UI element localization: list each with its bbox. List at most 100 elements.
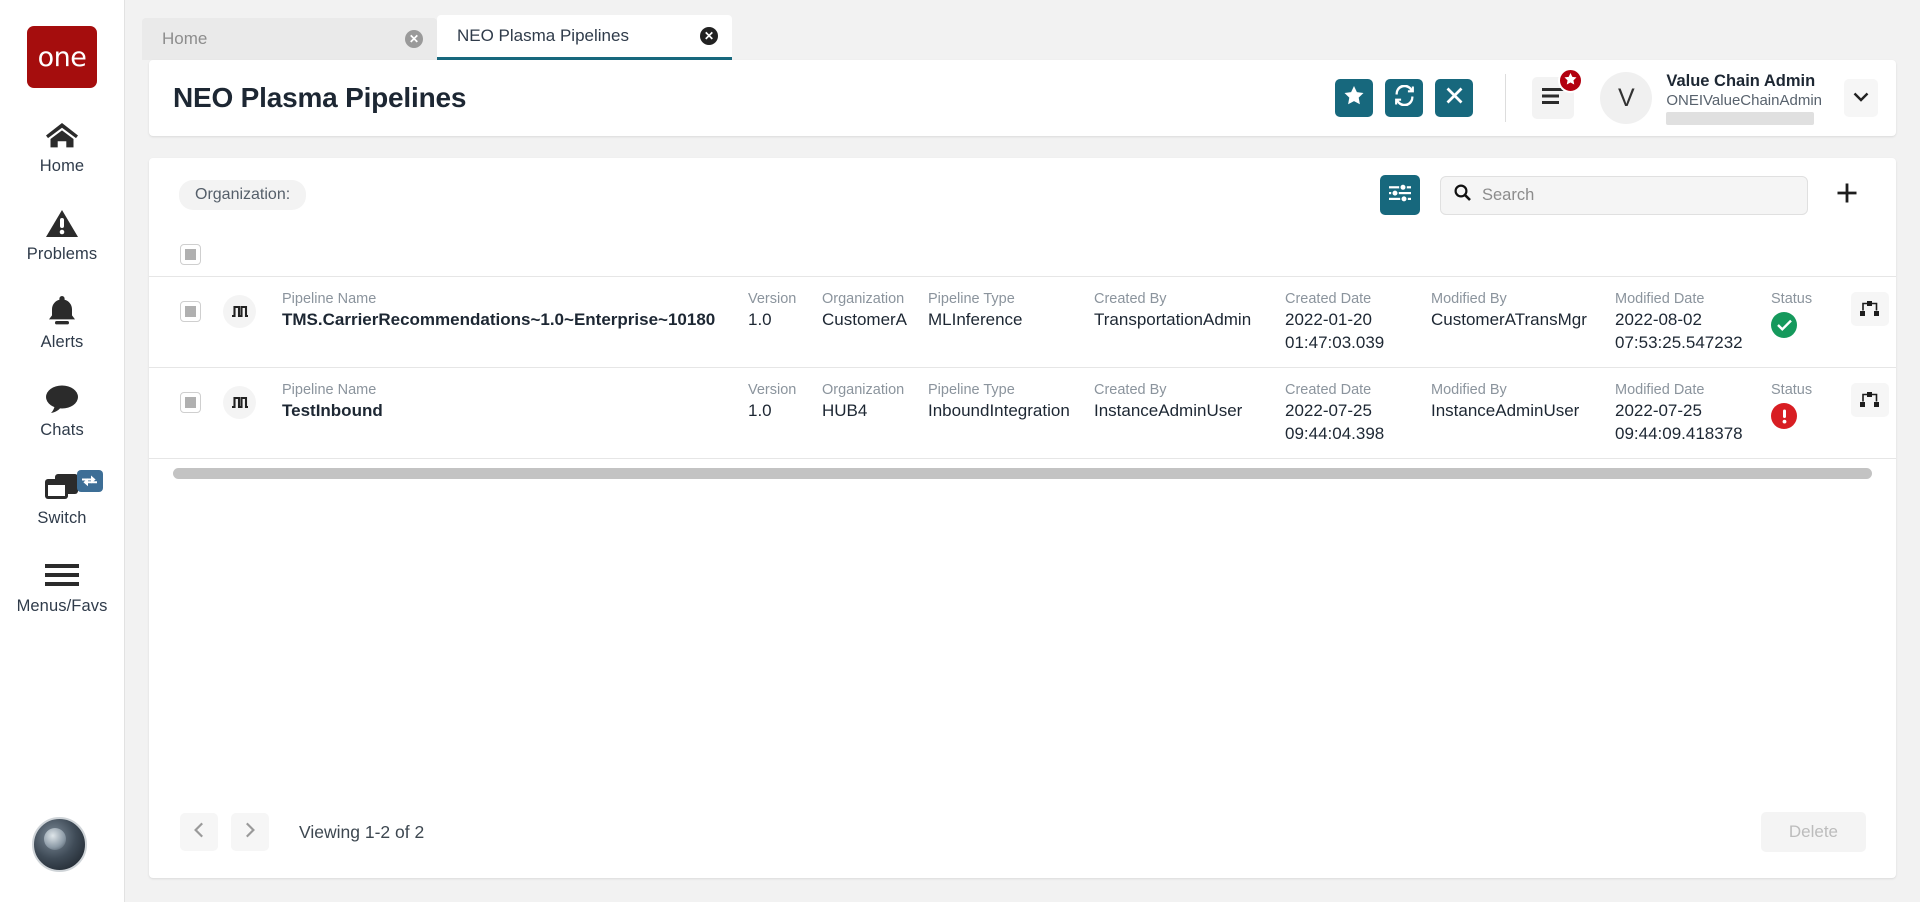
value-created-time: 09:44:04.398: [1285, 424, 1385, 443]
column-header-version: Version: [748, 382, 797, 398]
cell-created-by: Created By TransportationAdmin: [1094, 290, 1259, 331]
switch-arrows-icon[interactable]: [76, 470, 103, 492]
value-modified-date: 2022-07-25: [1615, 401, 1702, 420]
star-icon: [1344, 86, 1364, 110]
cell-modified-date: Modified Date 2022-07-25 09:44:09.418378: [1615, 381, 1745, 445]
status-badge-error: [1771, 403, 1797, 429]
search-box[interactable]: [1440, 175, 1808, 215]
table-row[interactable]: Pipeline Name TestInbound Version 1.0 Or…: [149, 368, 1896, 459]
horizontal-scrollbar-thumb[interactable]: [173, 468, 1872, 479]
user-info: Value Chain Admin ONEIValueChainAdmin: [1666, 72, 1822, 125]
search-icon: [1454, 184, 1471, 206]
cell-status: Status: [1771, 290, 1827, 338]
content-area: Home ✕ NEO Plasma Pipelines ✕ NEO Plasma…: [125, 0, 1920, 902]
organization-filter-chip[interactable]: Organization:: [179, 180, 307, 210]
cell-modified-by: Modified By CustomerATransMgr: [1431, 290, 1589, 331]
close-icon[interactable]: ✕: [405, 30, 423, 48]
value-modified-by: InstanceAdminUser: [1431, 401, 1580, 420]
left-sidebar: one Home Problems Alerts Chats Switch Me…: [0, 0, 125, 902]
value-version: 1.0: [748, 310, 772, 329]
value-created-date: 2022-01-20: [1285, 310, 1372, 329]
header-divider: [1505, 74, 1507, 122]
sidebar-item-problems-label: Problems: [26, 245, 98, 263]
cell-modified-by: Modified By InstanceAdminUser: [1431, 381, 1589, 422]
add-pipeline-button[interactable]: [1828, 176, 1866, 214]
value-organization: CustomerA: [822, 310, 908, 329]
row-checkbox[interactable]: [180, 301, 201, 322]
column-header-created-date: Created Date: [1285, 291, 1372, 307]
status-badge-success: [1771, 312, 1797, 338]
close-button[interactable]: [1435, 79, 1474, 117]
favorite-button[interactable]: [1335, 79, 1374, 117]
close-icon[interactable]: ✕: [700, 27, 718, 45]
next-page-button[interactable]: [231, 813, 269, 851]
avatar[interactable]: [32, 817, 87, 872]
user-menu-button[interactable]: [1844, 79, 1878, 117]
sidebar-item-chats[interactable]: Chats: [0, 382, 125, 440]
pipeline-icon: [223, 386, 256, 419]
column-header-version: Version: [748, 291, 797, 307]
table-footer: Viewing 1-2 of 2 Delete: [149, 786, 1896, 878]
view-diagram-button[interactable]: [1851, 292, 1889, 326]
sidebar-item-home[interactable]: Home: [0, 118, 125, 176]
column-header-created-by: Created By: [1094, 291, 1167, 307]
search-input[interactable]: [1482, 185, 1794, 205]
main-menu-button[interactable]: [1532, 68, 1584, 119]
user-redacted-field: [1666, 111, 1815, 125]
value-modified-time: 09:44:09.418378: [1615, 424, 1743, 443]
column-header-created-date: Created Date: [1285, 382, 1372, 398]
viewing-count-label: Viewing 1-2 of 2: [299, 821, 425, 842]
tab-neo-plasma-pipelines[interactable]: NEO Plasma Pipelines ✕: [437, 15, 732, 60]
value-created-date: 2022-07-25: [1285, 401, 1372, 420]
table-row[interactable]: Pipeline Name TMS.CarrierRecommendations…: [149, 277, 1896, 368]
column-header-organization: Organization: [822, 382, 905, 398]
close-x-icon: [1446, 87, 1463, 109]
filter-button[interactable]: [1380, 175, 1420, 215]
cell-created-date: Created Date 2022-01-20 01:47:03.039: [1285, 290, 1405, 354]
cell-pipeline-name: Pipeline Name TestInbound: [282, 381, 722, 422]
cell-pipeline-type: Pipeline Type InboundIntegration: [928, 381, 1070, 422]
cell-status: Status: [1771, 381, 1827, 429]
page-header: NEO Plasma Pipelines V Value Chain Admin…: [149, 60, 1896, 136]
cell-organization: Organization HUB4: [822, 381, 905, 422]
sidebar-item-menus-favs[interactable]: Menus/Favs: [0, 558, 125, 616]
value-created-time: 01:47:03.039: [1285, 333, 1385, 352]
favorites-badge: [1558, 68, 1584, 93]
chevron-left-icon: [194, 822, 204, 843]
one-logo-text: one: [37, 41, 87, 73]
refresh-button[interactable]: [1385, 79, 1424, 117]
cell-modified-date: Modified Date 2022-08-02 07:53:25.547232: [1615, 290, 1745, 354]
tab-home-label: Home: [162, 29, 208, 48]
value-pipeline-name: TestInbound: [282, 401, 383, 420]
previous-page-button[interactable]: [180, 813, 218, 851]
row-checkbox[interactable]: [180, 392, 201, 413]
value-modified-time: 07:53:25.547232: [1615, 333, 1743, 352]
select-all-checkbox[interactable]: [180, 243, 201, 265]
view-diagram-button[interactable]: [1851, 383, 1889, 417]
sidebar-item-problems[interactable]: Problems: [0, 206, 125, 264]
sidebar-item-alerts[interactable]: Alerts: [0, 294, 125, 352]
star-icon: [1564, 72, 1577, 90]
value-organization: HUB4: [822, 401, 868, 420]
value-modified-date: 2022-08-02: [1615, 310, 1702, 329]
user-avatar[interactable]: V: [1600, 72, 1653, 124]
horizontal-scrollbar[interactable]: [149, 459, 1896, 479]
column-header-name: Pipeline Name: [282, 291, 377, 307]
delete-button[interactable]: Delete: [1760, 812, 1866, 852]
page-title: NEO Plasma Pipelines: [173, 82, 467, 113]
value-pipeline-name: TMS.CarrierRecommendations~1.0~Enterpris…: [282, 310, 716, 329]
value-pipeline-type: InboundIntegration: [928, 401, 1070, 420]
tab-home[interactable]: Home ✕: [142, 18, 437, 60]
cell-created-date: Created Date 2022-07-25 09:44:04.398: [1285, 381, 1405, 445]
sidebar-item-switch[interactable]: Switch: [0, 470, 125, 528]
column-header-modified-date: Modified Date: [1615, 291, 1705, 307]
column-header-modified-by: Modified By: [1431, 382, 1507, 398]
pipelines-table: Pipeline Name TMS.CarrierRecommendations…: [149, 232, 1896, 633]
value-modified-by: CustomerATransMgr: [1431, 310, 1587, 329]
sliders-filter-icon: [1389, 182, 1411, 207]
warning-triangle-icon: [46, 206, 78, 240]
list-toolbar: Organization:: [149, 158, 1896, 232]
hamburger-icon: [1542, 87, 1565, 109]
one-logo[interactable]: one: [27, 26, 97, 88]
bell-icon: [48, 294, 76, 328]
